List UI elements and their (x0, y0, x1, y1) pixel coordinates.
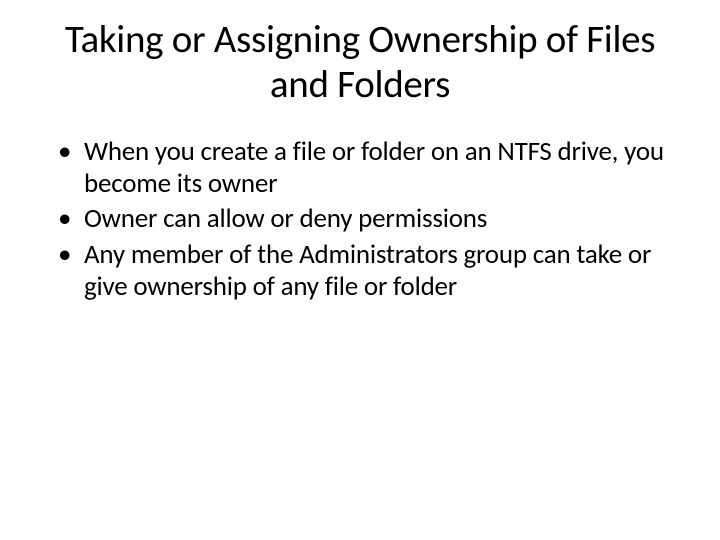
list-item: When you create a file or folder on an N… (58, 136, 680, 200)
list-item: Any member of the Administrators group c… (58, 239, 680, 303)
bullet-list: When you create a file or folder on an N… (40, 136, 680, 303)
list-item: Owner can allow or deny permissions (58, 203, 680, 235)
slide-container: Taking or Assigning Ownership of Files a… (0, 0, 720, 540)
slide-title: Taking or Assigning Ownership of Files a… (40, 18, 680, 108)
